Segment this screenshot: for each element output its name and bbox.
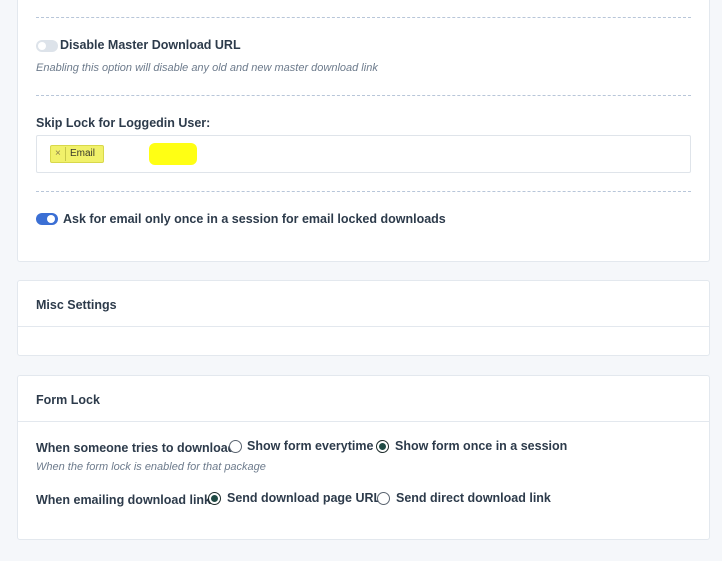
ask-email-once-label: Ask for email only once in a session for… — [63, 212, 446, 226]
radio-show-form-everytime[interactable] — [229, 440, 242, 453]
radio-show-form-once[interactable] — [376, 440, 389, 453]
card-header: Form Lock — [18, 376, 709, 422]
form-lock-title: Form Lock — [36, 393, 100, 407]
toggle-knob — [47, 215, 55, 223]
skip-lock-multiselect[interactable]: × Email — [36, 135, 691, 173]
ask-email-once-toggle[interactable] — [36, 213, 58, 225]
tag-label: Email — [70, 148, 96, 159]
tag-separator — [65, 147, 66, 161]
radio-send-download-page-url[interactable] — [208, 492, 221, 505]
disable-master-url-toggle[interactable] — [36, 40, 58, 52]
skip-lock-label: Skip Lock for Loggedin User: — [36, 116, 211, 130]
lock-settings-card: Disable Master Download URL Enabling thi… — [17, 0, 710, 262]
radio-dot — [379, 443, 386, 450]
remove-tag-icon[interactable]: × — [55, 148, 61, 159]
radio-label-show-form-once[interactable]: Show form once in a session — [395, 439, 567, 453]
form-lock-card: Form Lock When someone tries to download… — [17, 375, 710, 540]
misc-settings-card: Misc Settings — [17, 280, 710, 356]
disable-master-url-label: Disable Master Download URL — [60, 38, 241, 52]
radio-label-send-download-page-url[interactable]: Send download page URL — [227, 491, 381, 505]
disable-master-url-hint: Enabling this option will disable any ol… — [36, 62, 378, 74]
toggle-knob — [38, 42, 46, 50]
when-download-label: When someone tries to download: — [36, 441, 240, 455]
divider — [36, 191, 691, 192]
when-download-hint: When the form lock is enabled for that p… — [36, 461, 266, 473]
misc-settings-title: Misc Settings — [36, 298, 117, 312]
card-header: Misc Settings — [18, 281, 709, 327]
selected-tag-email: × Email — [50, 145, 104, 163]
radio-send-direct-download-link[interactable] — [377, 492, 390, 505]
divider — [36, 17, 691, 18]
radio-label-show-form-everytime[interactable]: Show form everytime — [247, 439, 373, 453]
when-email-label: When emailing download link: — [36, 493, 216, 507]
highlight-mark — [149, 143, 197, 165]
radio-label-send-direct-download-link[interactable]: Send direct download link — [396, 491, 551, 505]
radio-dot — [211, 495, 218, 502]
divider — [36, 95, 691, 96]
